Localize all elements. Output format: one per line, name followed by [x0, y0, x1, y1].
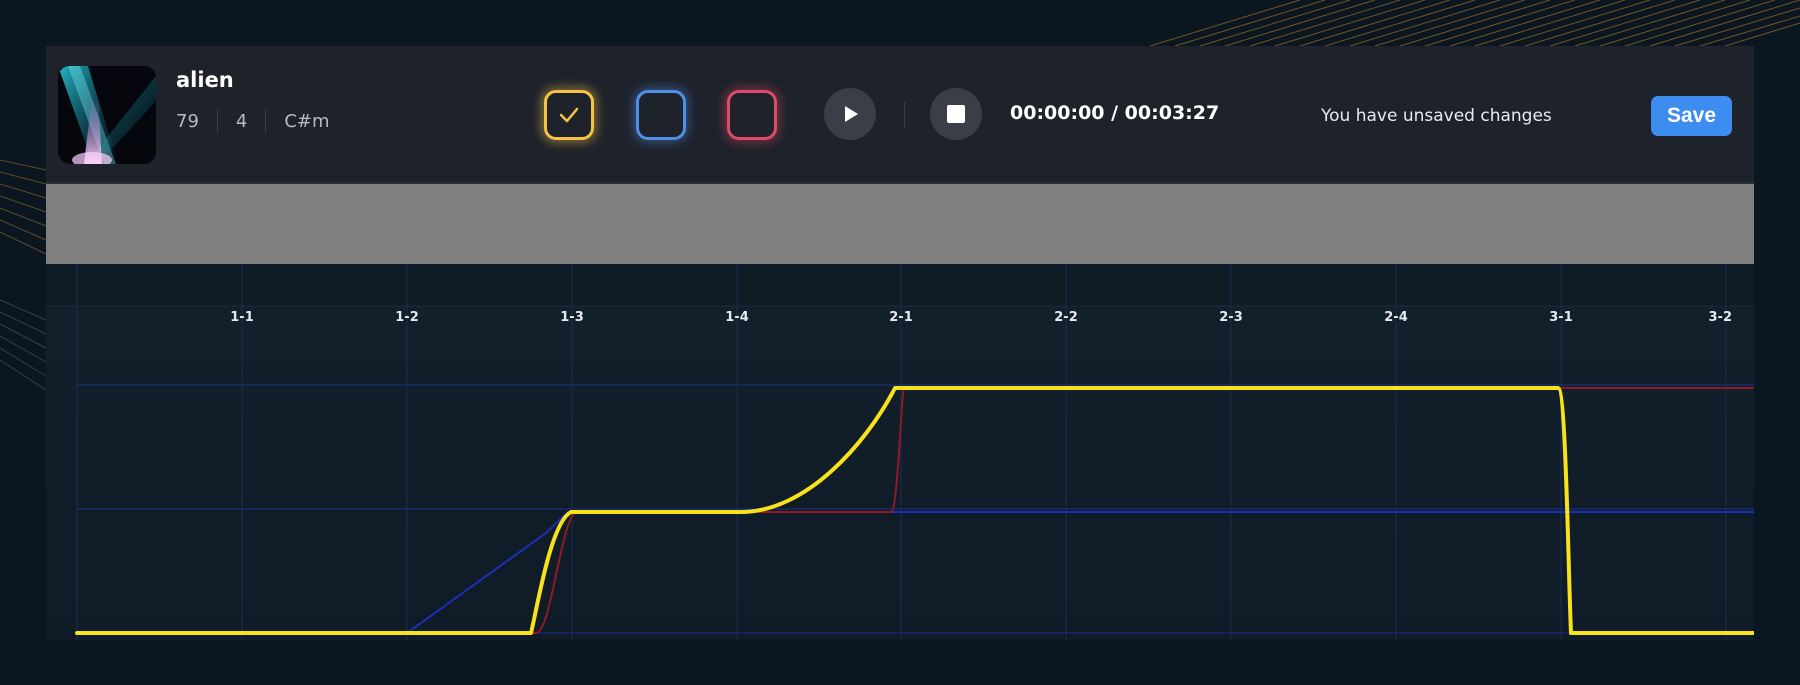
- tick-label: 2-3: [1219, 310, 1243, 325]
- song-title: alien: [176, 68, 234, 92]
- album-art-image: [58, 66, 156, 164]
- tick-label: 2-4: [1384, 310, 1408, 325]
- tick-label: 2-2: [1054, 310, 1078, 325]
- tick-label: 3-1: [1549, 310, 1573, 325]
- header-bar: alien 79 4 C#m 00:00:00 / 00:03:27 You h…: [46, 46, 1754, 184]
- yellow-channel-toggle[interactable]: [544, 90, 594, 140]
- play-button[interactable]: [824, 88, 876, 140]
- editor-window: alien 79 4 C#m 00:00:00 / 00:03:27 You h…: [46, 46, 1754, 640]
- tick-label: 1-4: [725, 310, 749, 325]
- check-icon: [559, 107, 579, 123]
- blue-channel-toggle[interactable]: [636, 90, 686, 140]
- timeline-canvas[interactable]: 1-1 1-2 1-3 1-4 2-1 2-2 2-3 2-4 3-1 3-2: [46, 264, 1754, 640]
- key-value: C#m: [284, 110, 330, 132]
- time-display: 00:00:00 / 00:03:27: [1010, 102, 1220, 124]
- ruler-background: [46, 264, 1754, 306]
- tick-label: 1-1: [230, 310, 254, 325]
- tick-label: 1-2: [395, 310, 419, 325]
- bpm-value: 79: [176, 110, 199, 132]
- play-icon: [845, 106, 858, 122]
- unsaved-changes-message: You have unsaved changes: [1321, 106, 1552, 126]
- stop-icon: [947, 105, 965, 123]
- waveform-track[interactable]: [46, 184, 1754, 264]
- beats-value: 4: [235, 110, 248, 132]
- tick-label: 2-1: [889, 310, 913, 325]
- tick-label: 1-3: [560, 310, 584, 325]
- red-channel-toggle[interactable]: [727, 90, 777, 140]
- save-button[interactable]: Save: [1651, 96, 1732, 136]
- meta-divider: [265, 109, 267, 133]
- transport-divider: [904, 102, 905, 128]
- song-meta: 79 4 C#m: [176, 108, 330, 134]
- tick-label: 3-2: [1709, 310, 1733, 325]
- meta-divider: [216, 109, 218, 133]
- stop-button[interactable]: [930, 88, 982, 140]
- timeline-panel[interactable]: 1-1 1-2 1-3 1-4 2-1 2-2 2-3 2-4 3-1 3-2: [46, 264, 1754, 640]
- album-art: [58, 66, 156, 164]
